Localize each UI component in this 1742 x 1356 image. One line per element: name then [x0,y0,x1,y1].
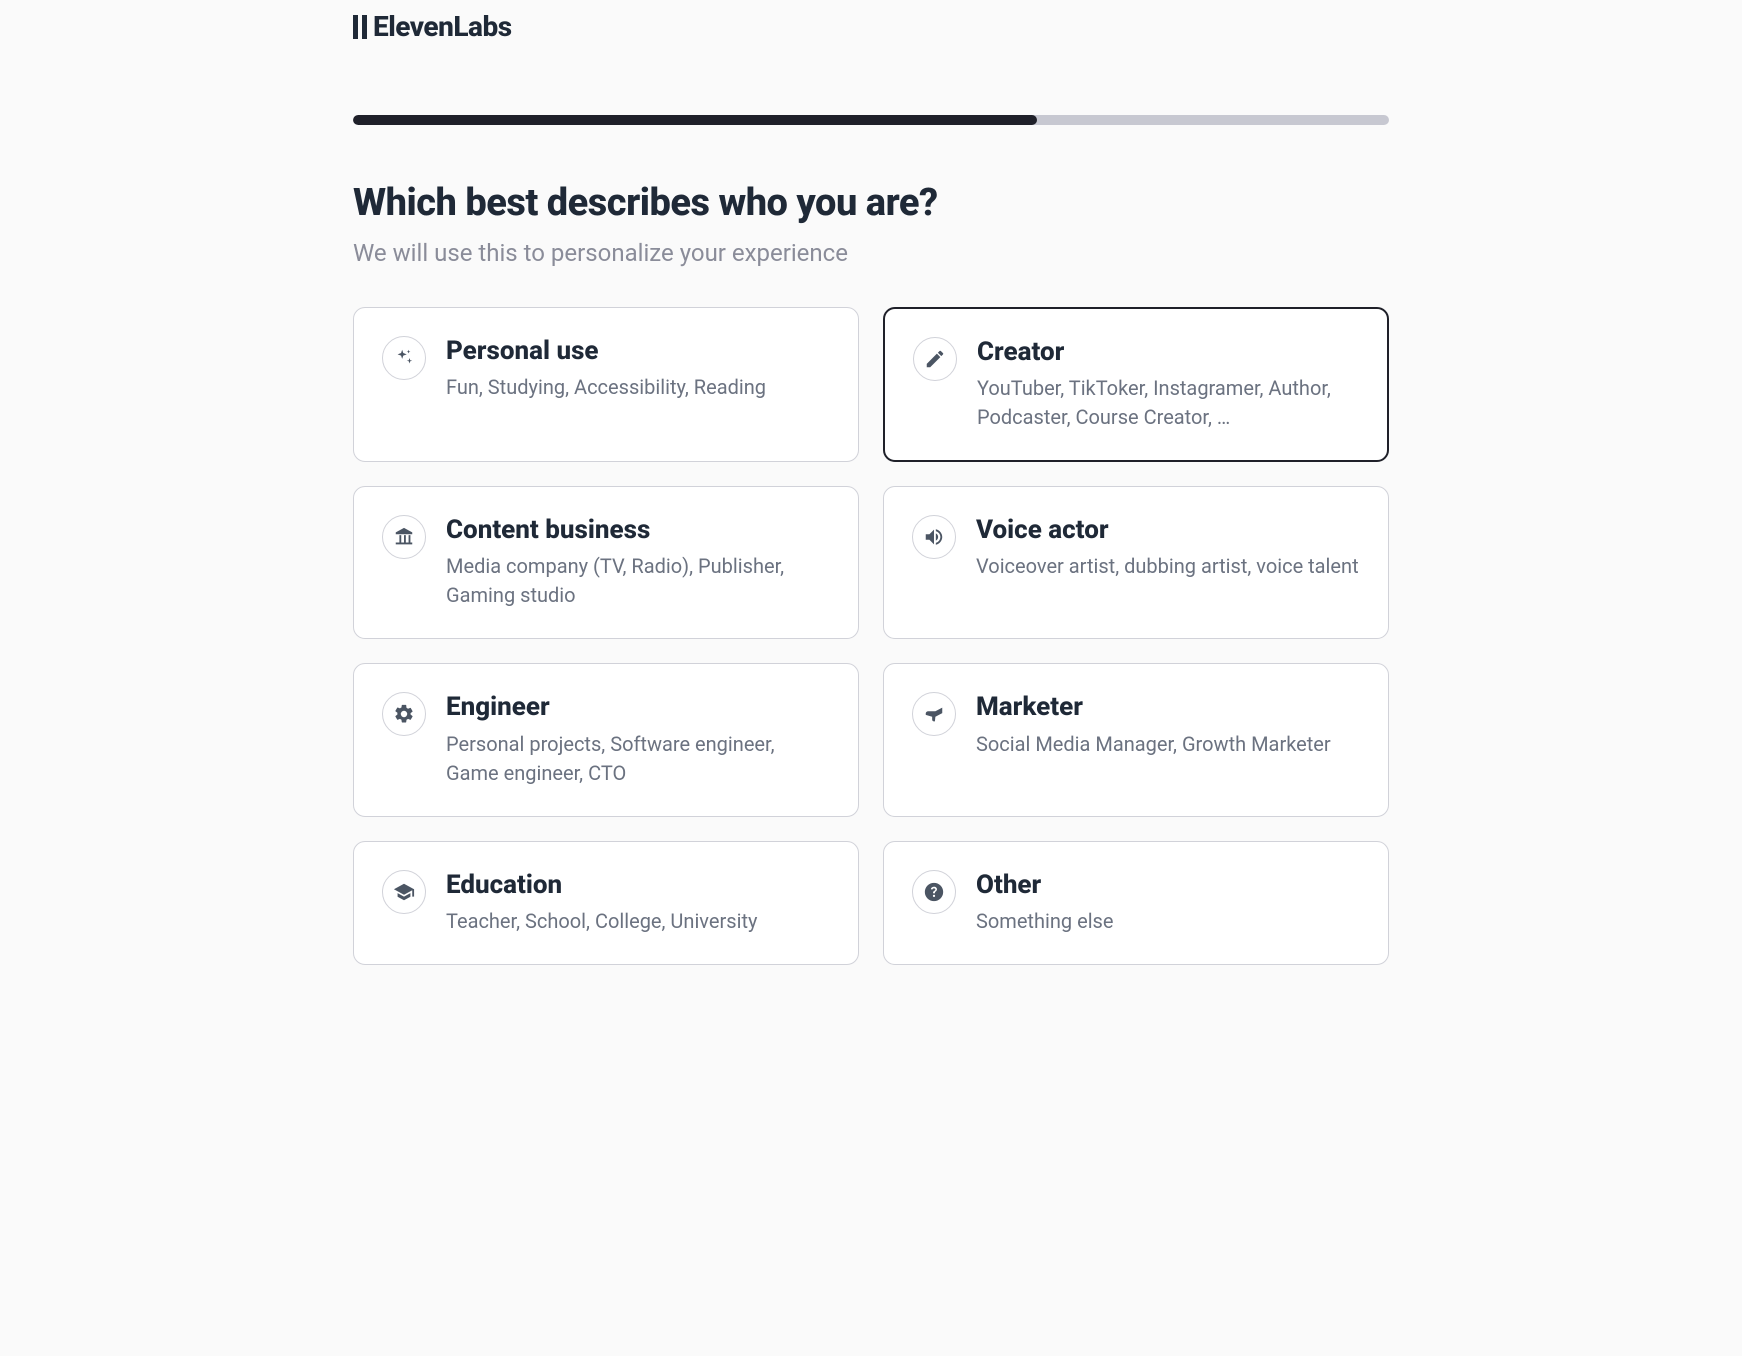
option-desc: Social Media Manager, Growth Marketer [976,730,1360,759]
option-engineer[interactable]: Engineer Personal projects, Software eng… [353,663,859,816]
page-heading: Which best describes who you are? [353,181,1389,225]
logo-bars-icon [353,15,371,39]
option-title: Creator [977,337,1359,368]
option-title: Engineer [446,692,830,723]
brand-logo: ElevenLabs [353,10,1389,43]
option-desc: Voiceover artist, dubbing artist, voice … [976,552,1360,581]
speaker-icon [912,515,956,559]
option-desc: Teacher, School, College, University [446,907,830,936]
option-personal-use[interactable]: Personal use Fun, Studying, Accessibilit… [353,307,859,462]
option-title: Personal use [446,336,830,367]
option-voice-actor[interactable]: Voice actor Voiceover artist, dubbing ar… [883,486,1389,639]
option-desc: YouTuber, TikToker, Instagramer, Author,… [977,374,1359,432]
graduation-cap-icon [382,870,426,914]
option-education[interactable]: Education Teacher, School, College, Univ… [353,841,859,965]
megaphone-icon [912,692,956,736]
option-desc: Personal projects, Software engineer, Ga… [446,730,830,788]
option-creator[interactable]: Creator YouTuber, TikToker, Instagramer,… [883,307,1389,462]
progress-fill [353,115,1037,125]
option-title: Other [976,870,1360,901]
pencil-icon [913,337,957,381]
brand-name: ElevenLabs [373,10,512,43]
option-desc: Fun, Studying, Accessibility, Reading [446,373,830,402]
option-title: Content business [446,515,830,546]
option-desc: Media company (TV, Radio), Publisher, Ga… [446,552,830,610]
option-other[interactable]: Other Something else [883,841,1389,965]
progress-bar [353,115,1389,125]
options-grid: Personal use Fun, Studying, Accessibilit… [353,307,1389,965]
option-title: Voice actor [976,515,1360,546]
option-desc: Something else [976,907,1360,936]
sparkles-icon [382,336,426,380]
option-title: Marketer [976,692,1360,723]
question-icon [912,870,956,914]
option-title: Education [446,870,830,901]
page-subheading: We will use this to personalize your exp… [353,239,1389,267]
option-marketer[interactable]: Marketer Social Media Manager, Growth Ma… [883,663,1389,816]
option-content-business[interactable]: Content business Media company (TV, Radi… [353,486,859,639]
building-icon [382,515,426,559]
gear-icon [382,692,426,736]
